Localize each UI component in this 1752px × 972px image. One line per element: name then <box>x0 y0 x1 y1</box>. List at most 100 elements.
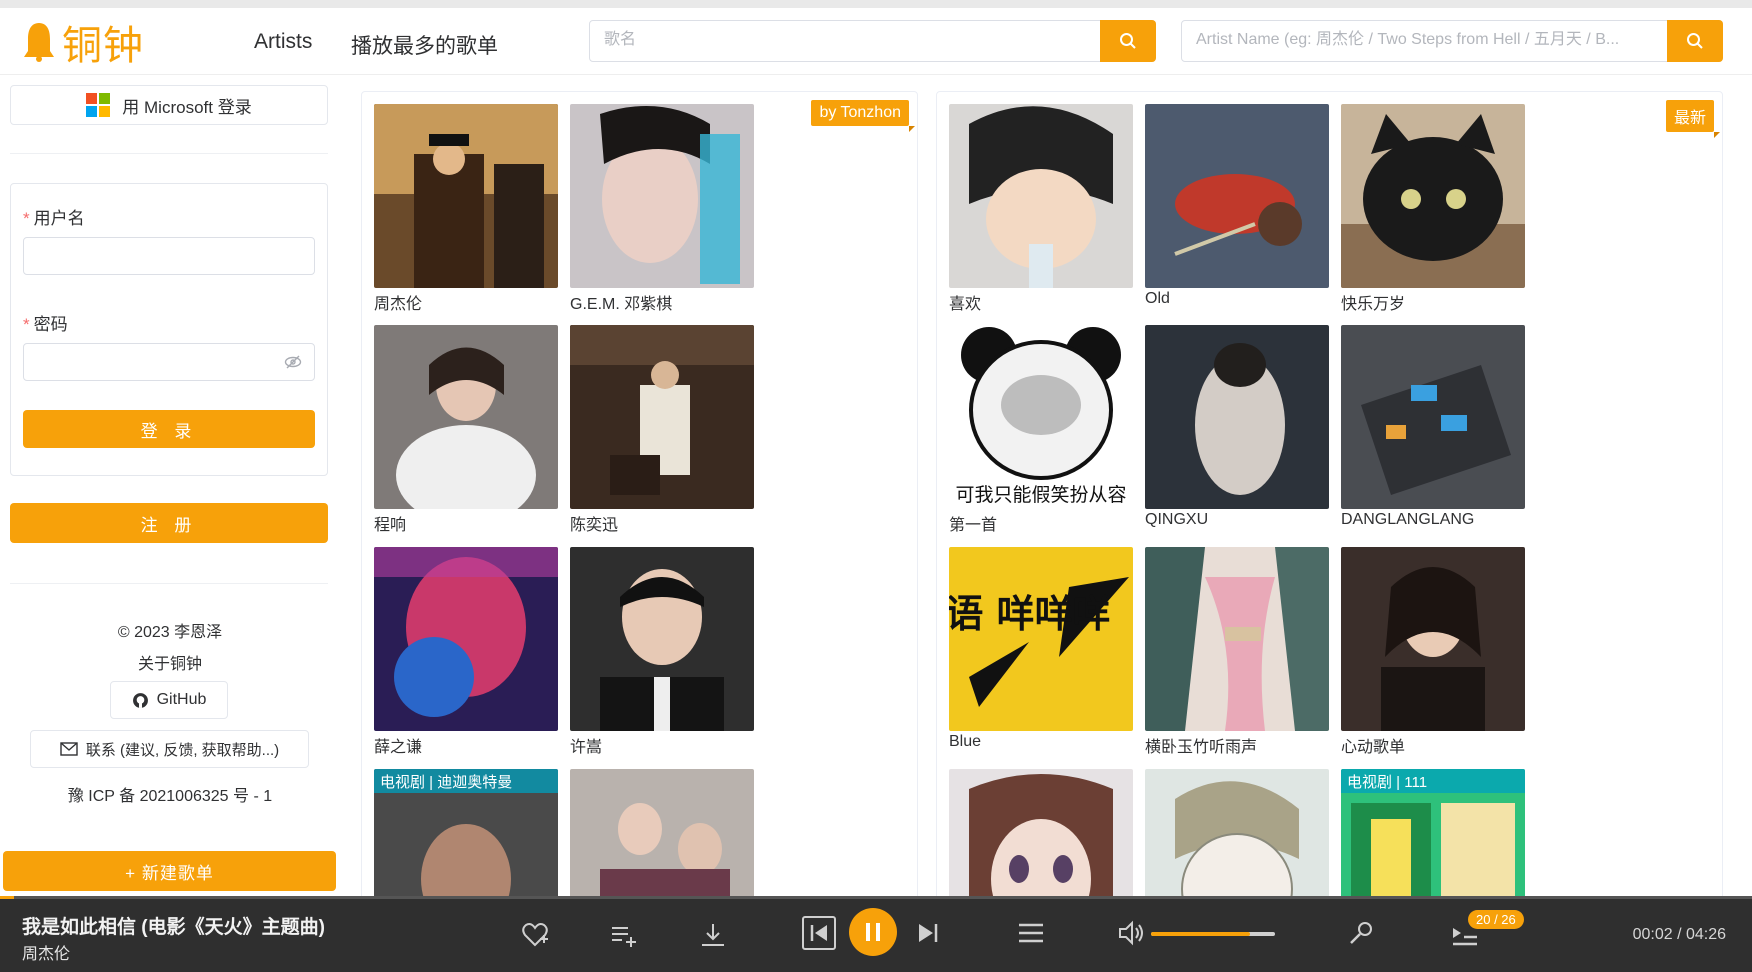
volume-icon[interactable] <box>1114 916 1148 950</box>
artist-cover[interactable]: 电视剧 | 迪迦奥特曼 <box>374 769 558 910</box>
playlist-name[interactable]: 第一首 <box>949 511 997 535</box>
header: 铜钟 Artists 播放最多的歌单 <box>0 8 1752 75</box>
github-label: GitHub <box>156 691 207 708</box>
song-search <box>589 20 1156 62</box>
artists-panel: by Tonzhon 周杰伦 G.E.M. 邓紫棋 程响 陈奕迅 薛之谦 许嵩 … <box>361 91 918 911</box>
playlist-cover[interactable] <box>949 769 1133 910</box>
volume-slider[interactable] <box>1151 932 1275 936</box>
playlist-name[interactable]: Old <box>1145 290 1170 308</box>
song-search-input[interactable] <box>590 21 1155 59</box>
playlist-name[interactable]: DANGLANGLANG <box>1341 511 1474 529</box>
nav-artists[interactable]: Artists <box>254 30 312 54</box>
playlist-name[interactable]: QINGXU <box>1145 511 1208 529</box>
artist-search <box>1181 20 1723 62</box>
microsoft-login-label: 用 Microsoft 登录 <box>122 97 252 117</box>
github-icon <box>132 692 148 708</box>
playlist-cover[interactable]: 可我只能假笑扮从容 <box>949 325 1133 509</box>
logo[interactable]: 铜钟 <box>22 18 144 69</box>
cover-tag: 电视剧 | 111 <box>1341 769 1525 793</box>
playlist-cover[interactable] <box>1145 547 1329 731</box>
pause-icon <box>866 923 880 941</box>
playlist-cover[interactable] <box>1145 769 1329 910</box>
artist-cover[interactable] <box>570 104 754 288</box>
artist-name[interactable]: 许嵩 <box>570 733 602 757</box>
ribbon-label: by Tonzhon <box>811 100 915 132</box>
contact-button[interactable]: 联系 (建议, 反馈, 获取帮助...) <box>30 730 309 768</box>
playlist-name[interactable]: 快乐万岁 <box>1341 290 1405 314</box>
queue-count-badge: 20 / 26 <box>1468 910 1524 929</box>
playlist-name[interactable]: Blue <box>949 733 981 751</box>
playlist-cover[interactable] <box>1145 325 1329 509</box>
download-icon[interactable] <box>696 918 730 952</box>
github-button[interactable]: GitHub <box>110 681 228 719</box>
login-form: * 用户名 * 密码 登 录 <box>10 183 328 476</box>
playlist-name[interactable]: 横卧玉竹听雨声 <box>1145 733 1257 757</box>
top-border <box>0 0 1752 8</box>
playlist-cover[interactable] <box>1341 547 1525 731</box>
artist-name[interactable]: 周杰伦 <box>374 290 422 314</box>
divider <box>10 583 328 584</box>
nav-most-played[interactable]: 播放最多的歌单 <box>351 30 498 60</box>
heart-plus-icon[interactable] <box>518 918 552 952</box>
artist-cover[interactable] <box>570 547 754 731</box>
divider <box>10 153 328 154</box>
search-icon[interactable] <box>1344 916 1378 950</box>
artist-cover[interactable] <box>374 547 558 731</box>
sidebar: 用 Microsoft 登录 * 用户名 * 密码 登 录 注 册 © 2023 李… <box>0 75 340 895</box>
playlists-panel: 最新 喜欢 Old 快乐万岁 可我只能假笑扮从容 第一首 QINGXU DANG… <box>936 91 1723 911</box>
playlist-cover[interactable] <box>1341 325 1525 509</box>
copyright: © 2023 李恩泽 <box>117 624 223 641</box>
next-icon[interactable] <box>912 916 944 950</box>
artist-cover[interactable] <box>374 104 558 288</box>
password-label: * 密码 <box>23 315 68 334</box>
artist-name[interactable]: 程响 <box>374 511 406 535</box>
contact-label: 联系 (建议, 反馈, 获取帮助...) <box>85 741 280 759</box>
playlist-cover[interactable] <box>949 104 1133 288</box>
register-button[interactable]: 注 册 <box>10 503 328 543</box>
microsoft-logo-icon <box>86 93 111 117</box>
mail-icon <box>60 742 78 756</box>
bell-icon <box>22 21 56 63</box>
about-link[interactable]: 关于铜钟 <box>0 650 340 674</box>
cover-tag: 电视剧 | 迪迦奥特曼 <box>374 769 558 793</box>
pause-button[interactable] <box>849 908 897 956</box>
song-search-button[interactable] <box>1100 20 1156 62</box>
username-input[interactable] <box>23 237 315 275</box>
eye-off-icon[interactable] <box>284 353 302 376</box>
now-playing-title: 我是如此相信 (电影《天火》主题曲) <box>22 917 325 938</box>
add-to-list-icon[interactable] <box>606 918 640 952</box>
artist-cover[interactable] <box>570 769 754 910</box>
playlist-cover[interactable]: 电视剧 | 111 <box>1341 769 1525 910</box>
password-input[interactable] <box>23 343 315 381</box>
playlist-icon[interactable] <box>1014 916 1048 950</box>
volume-fill <box>1151 932 1251 936</box>
login-button[interactable]: 登 录 <box>23 410 315 448</box>
logo-text: 铜钟 <box>62 23 144 69</box>
artist-cover[interactable] <box>570 325 754 509</box>
playlist-name[interactable]: 喜欢 <box>949 290 981 314</box>
cover-overlay-text: 粤语 咩咩咩 <box>949 592 1111 636</box>
ribbon-label: 最新 <box>1665 100 1721 138</box>
new-playlist-button[interactable]: + 新建歌单 <box>3 851 336 891</box>
artist-search-input[interactable] <box>1182 21 1722 59</box>
artist-name[interactable]: 薛之谦 <box>374 733 422 757</box>
playlist-cover[interactable]: 粤语 咩咩咩 <box>949 547 1133 731</box>
playlist-cover[interactable] <box>1145 104 1329 288</box>
artist-name[interactable]: G.E.M. 邓紫棋 <box>570 290 672 314</box>
icp-license[interactable]: 豫 ICP 备 2021006325 号 - 1 <box>0 782 340 806</box>
username-label: * 用户名 <box>23 209 85 228</box>
playback-time: 00:02 / 04:26 <box>1632 926 1726 943</box>
artist-search-button[interactable] <box>1667 20 1723 62</box>
now-playing-artist[interactable]: 周杰伦 <box>22 940 70 964</box>
playlist-name[interactable]: 心动歌单 <box>1341 733 1405 757</box>
artist-name[interactable]: 陈奕迅 <box>570 511 618 535</box>
progress-bar[interactable] <box>0 896 1752 899</box>
microsoft-login-button[interactable]: 用 Microsoft 登录 <box>10 85 328 125</box>
playlist-cover[interactable] <box>1341 104 1525 288</box>
player-bar: 我是如此相信 (电影《天火》主题曲) 周杰伦 20 / 26 00:02 / 0… <box>0 896 1752 972</box>
previous-icon[interactable] <box>800 914 838 952</box>
progress-fill <box>0 896 15 899</box>
search-icon <box>1687 33 1703 49</box>
artist-cover[interactable] <box>374 325 558 509</box>
search-icon <box>1120 33 1136 49</box>
